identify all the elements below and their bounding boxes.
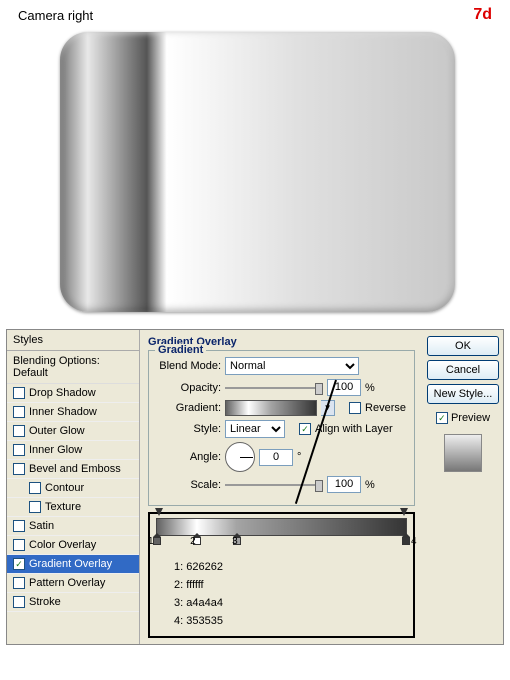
opacity-stop-left[interactable] (155, 508, 163, 518)
preview-label: Preview (451, 412, 490, 424)
blending-options-default[interactable]: Blending Options: Default (7, 351, 139, 384)
style-label: Contour (45, 482, 84, 494)
preview-checkbox[interactable] (436, 412, 448, 424)
gradient-label: Gradient: (157, 402, 221, 414)
stop-number: 3 (232, 536, 238, 547)
scale-unit: % (365, 479, 375, 491)
reverse-label: Reverse (365, 402, 406, 414)
style-label: Inner Glow (29, 444, 82, 456)
styles-panel: Styles Blending Options: Default Drop Sh… (7, 330, 140, 644)
style-checkbox[interactable] (13, 520, 25, 532)
style-label: Texture (45, 501, 81, 513)
gradient-group: Gradient Blend Mode: Normal Opacity: 100… (148, 350, 415, 506)
style-label: Gradient Overlay (29, 558, 112, 570)
style-label: Pattern Overlay (29, 577, 105, 589)
style-checkbox[interactable] (13, 406, 25, 418)
style-item-inner-shadow[interactable]: Inner Shadow (7, 403, 139, 422)
style-item-gradient-overlay[interactable]: Gradient Overlay (7, 555, 139, 574)
style-checkbox[interactable] (13, 577, 25, 589)
style-item-drop-shadow[interactable]: Drop Shadow (7, 384, 139, 403)
style-label: Color Overlay (29, 539, 96, 551)
style-checkbox[interactable] (13, 444, 25, 456)
style-label: Inner Shadow (29, 406, 97, 418)
stop-entry: 4: 353535 (174, 612, 407, 630)
opacity-slider[interactable] (225, 380, 323, 396)
style-item-stroke[interactable]: Stroke (7, 593, 139, 612)
stop-entry: 3: a4a4a4 (174, 594, 407, 612)
color-stop-4[interactable] (402, 537, 410, 547)
style-item-contour[interactable]: Contour (7, 479, 139, 498)
reverse-checkbox[interactable] (349, 402, 361, 414)
style-item-inner-glow[interactable]: Inner Glow (7, 441, 139, 460)
style-item-satin[interactable]: Satin (7, 517, 139, 536)
stop-number: 1 (148, 536, 154, 547)
style-item-color-overlay[interactable]: Color Overlay (7, 536, 139, 555)
style-checkbox[interactable] (13, 558, 25, 570)
scale-input[interactable]: 100 (327, 476, 361, 493)
style-item-texture[interactable]: Texture (7, 498, 139, 517)
right-panel: OK Cancel New Style... Preview (423, 330, 503, 644)
style-label: Stroke (29, 596, 61, 608)
gradient-legend: Gradient (155, 344, 206, 356)
align-checkbox[interactable] (299, 423, 311, 435)
angle-dial[interactable] (225, 442, 255, 472)
stop-entry: 1: 626262 (174, 558, 407, 576)
blend-mode-label: Blend Mode: (157, 360, 221, 372)
styles-heading: Styles (7, 330, 139, 351)
gradient-bar[interactable] (156, 518, 407, 536)
scale-label: Scale: (157, 479, 221, 491)
style-item-pattern-overlay[interactable]: Pattern Overlay (7, 574, 139, 593)
style-label: Outer Glow (29, 425, 85, 437)
style-checkbox[interactable] (13, 463, 25, 475)
style-checkbox[interactable] (29, 501, 41, 513)
angle-unit: ° (297, 451, 301, 463)
color-stop-1[interactable] (153, 537, 161, 547)
page-title: Camera right (18, 8, 93, 23)
opacity-stop-right[interactable] (400, 508, 408, 518)
stop-entry: 2: ffffff (174, 576, 407, 594)
ok-button[interactable]: OK (427, 336, 499, 356)
style-checkbox[interactable] (13, 387, 25, 399)
angle-input[interactable]: 0 (259, 449, 293, 466)
style-label: Style: (157, 423, 221, 435)
blend-mode-select[interactable]: Normal (225, 357, 359, 375)
preview-swatch (444, 434, 482, 472)
step-badge: 7d (473, 6, 492, 24)
style-label: Satin (29, 520, 54, 532)
style-checkbox[interactable] (13, 539, 25, 551)
settings-panel: Gradient Overlay Gradient Blend Mode: No… (140, 330, 423, 644)
opacity-label: Opacity: (157, 382, 221, 394)
preview-area: Camera right 7d (0, 0, 510, 325)
style-label: Drop Shadow (29, 387, 96, 399)
cancel-button[interactable]: Cancel (427, 360, 499, 380)
angle-label: Angle: (157, 451, 221, 463)
scale-slider[interactable] (225, 477, 323, 493)
opacity-unit: % (365, 382, 375, 394)
style-label: Bevel and Emboss (29, 463, 121, 475)
new-style-button[interactable]: New Style... (427, 384, 499, 404)
style-checkbox[interactable] (29, 482, 41, 494)
style-checkbox[interactable] (13, 596, 25, 608)
stop-number: 4 (411, 536, 417, 547)
style-select[interactable]: Linear (225, 420, 285, 438)
camera-body-preview (60, 32, 455, 312)
stop-number: 2 (190, 536, 196, 547)
style-checkbox[interactable] (13, 425, 25, 437)
layer-style-dialog: Styles Blending Options: Default Drop Sh… (6, 329, 504, 645)
gradient-swatch[interactable] (225, 400, 317, 416)
style-item-bevel-and-emboss[interactable]: Bevel and Emboss (7, 460, 139, 479)
style-item-outer-glow[interactable]: Outer Glow (7, 422, 139, 441)
align-label: Align with Layer (315, 423, 393, 435)
gradient-editor-callout: 1 2 3 4 1: 6262622: ffffff3: a4a4a44: 35353… (148, 512, 415, 638)
stop-color-list: 1: 6262622: ffffff3: a4a4a44: 353535 (174, 558, 407, 630)
